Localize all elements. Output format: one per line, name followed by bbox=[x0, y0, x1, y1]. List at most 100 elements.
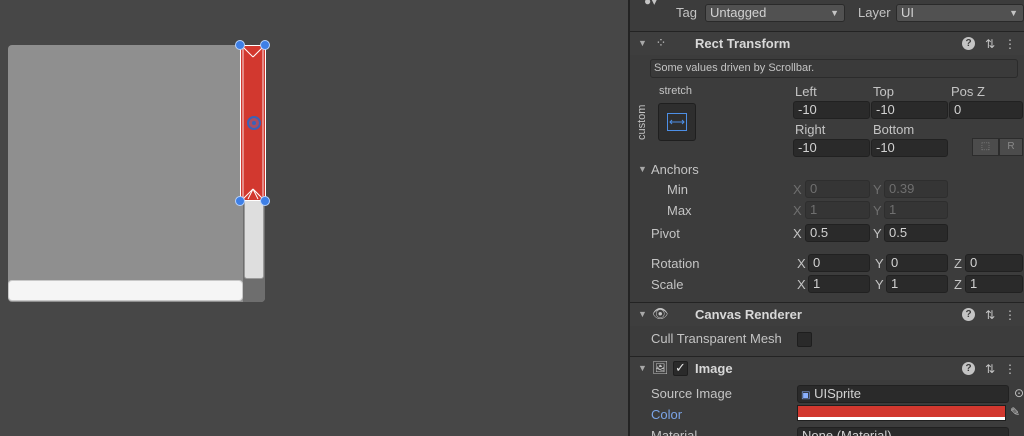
rot-y-axis: Y bbox=[875, 256, 884, 271]
left-field[interactable]: -10 bbox=[793, 101, 870, 119]
rotation-z-field[interactable]: 0 bbox=[965, 254, 1023, 272]
presets-icon[interactable]: ⇅ bbox=[982, 361, 998, 377]
rect-transform-header[interactable]: ▼ ⁘ Rect Transform ? ⇅ ⋮ bbox=[630, 31, 1024, 55]
scene-view[interactable] bbox=[0, 0, 628, 436]
pivot-x-field[interactable]: 0.5 bbox=[805, 224, 870, 242]
tag-dropdown[interactable]: Untagged ▼ bbox=[705, 4, 845, 22]
max-x-axis: X bbox=[793, 203, 802, 218]
top-field[interactable]: -10 bbox=[871, 101, 948, 119]
scale-label: Scale bbox=[651, 277, 684, 292]
resize-handle-top-right[interactable] bbox=[260, 40, 270, 50]
driven-values-notice: Some values driven by Scrollbar. bbox=[650, 59, 1018, 78]
pivot-label: Pivot bbox=[651, 226, 680, 241]
right-field[interactable]: -10 bbox=[793, 139, 870, 157]
layer-dropdown[interactable]: UI ▼ bbox=[896, 4, 1024, 22]
resize-handle-bottom-left[interactable] bbox=[235, 196, 245, 206]
sprite-icon: ▣ bbox=[801, 390, 811, 401]
cull-transparent-mesh-checkbox[interactable] bbox=[797, 332, 812, 347]
anchors-foldout-icon[interactable]: ▼ bbox=[638, 164, 647, 174]
more-options-icon[interactable]: ⋮ bbox=[1002, 36, 1018, 52]
tag-label: Tag bbox=[676, 5, 697, 20]
tag-value: Untagged bbox=[710, 5, 767, 20]
scale-y-axis: Y bbox=[875, 277, 884, 292]
source-image-label: Source Image bbox=[651, 386, 732, 401]
resize-handle-bottom-right[interactable] bbox=[260, 196, 270, 206]
max-y-field: 1 bbox=[884, 201, 948, 219]
scale-y-field[interactable]: 1 bbox=[886, 275, 948, 293]
rot-z-axis: Z bbox=[954, 256, 962, 271]
color-field[interactable] bbox=[797, 405, 1006, 421]
foldout-arrow-icon[interactable]: ▼ bbox=[638, 38, 647, 48]
scale-z-field[interactable]: 1 bbox=[965, 275, 1023, 293]
canvas-renderer-header[interactable]: ▼ 👁 Canvas Renderer ? ⇅ ⋮ bbox=[630, 302, 1024, 326]
scale-x-axis: X bbox=[797, 277, 806, 292]
blueprint-mode-button[interactable]: ⬚ bbox=[972, 138, 999, 156]
top-label: Top bbox=[873, 84, 894, 99]
more-options-icon[interactable]: ⋮ bbox=[1002, 307, 1018, 323]
component-actions: ? ⇅ ⋮ bbox=[962, 361, 1020, 377]
source-image-field[interactable]: ▣ UISprite bbox=[797, 385, 1009, 403]
stretch-anchor-icon bbox=[667, 113, 687, 131]
help-icon[interactable]: ? bbox=[962, 362, 975, 375]
min-label: Min bbox=[667, 182, 688, 197]
rotation-label: Rotation bbox=[651, 256, 700, 271]
eyedropper-icon[interactable]: ✎ bbox=[1010, 405, 1020, 419]
canvas-renderer-title: Canvas Renderer bbox=[695, 307, 802, 322]
bottom-label: Bottom bbox=[873, 122, 915, 137]
component-actions: ? ⇅ ⋮ bbox=[962, 307, 1020, 323]
scale-x-field[interactable]: 1 bbox=[808, 275, 870, 293]
foldout-arrow-icon[interactable]: ▼ bbox=[638, 363, 647, 373]
pivot-y-field[interactable]: 0.5 bbox=[884, 224, 948, 242]
foldout-arrow-icon[interactable]: ▼ bbox=[638, 309, 647, 319]
chevron-down-icon: ▼ bbox=[1009, 8, 1018, 18]
min-y-field: 0.39 bbox=[884, 180, 948, 198]
bottom-field[interactable]: -10 bbox=[871, 139, 948, 157]
posz-field[interactable]: 0 bbox=[949, 101, 1023, 119]
left-label: Left bbox=[795, 84, 817, 99]
pivot-x-axis: X bbox=[793, 226, 802, 241]
image-component-icon: 🖼 bbox=[652, 360, 669, 375]
layer-value: UI bbox=[901, 5, 914, 20]
resize-handle-top-left[interactable] bbox=[235, 40, 245, 50]
right-label: Right bbox=[795, 122, 826, 137]
source-image-value: UISprite bbox=[814, 386, 862, 401]
image-enabled-checkbox[interactable] bbox=[673, 360, 688, 376]
min-y-axis: Y bbox=[873, 182, 882, 197]
help-icon[interactable]: ? bbox=[962, 308, 975, 321]
presets-icon[interactable]: ⇅ bbox=[982, 36, 998, 52]
rotation-x-field[interactable]: 0 bbox=[808, 254, 870, 272]
component-actions: ? ⇅ ⋮ bbox=[962, 36, 1020, 52]
eye-icon: 👁 bbox=[652, 306, 669, 321]
image-title: Image bbox=[695, 361, 733, 376]
max-label: Max bbox=[667, 203, 692, 218]
pivot-handle[interactable] bbox=[247, 116, 261, 130]
material-field[interactable]: None (Material) bbox=[797, 427, 1009, 436]
posz-label: Pos Z bbox=[951, 84, 985, 99]
image-header[interactable]: ▼ 🖼 Image ? ⇅ ⋮ bbox=[630, 356, 1024, 380]
cull-transparent-mesh-label: Cull Transparent Mesh bbox=[651, 331, 782, 346]
material-label: Material bbox=[651, 428, 698, 436]
anchors-label: Anchors bbox=[651, 162, 699, 177]
more-options-icon[interactable]: ⋮ bbox=[1002, 361, 1018, 377]
chevron-down-icon: ▼ bbox=[830, 8, 839, 18]
presets-icon[interactable]: ⇅ bbox=[982, 307, 998, 323]
scroll-view-panel[interactable] bbox=[8, 45, 265, 302]
max-y-axis: Y bbox=[873, 203, 882, 218]
object-icon[interactable]: ●▾ bbox=[644, 0, 657, 8]
rotation-y-field[interactable]: 0 bbox=[886, 254, 948, 272]
anchor-presets-button[interactable] bbox=[658, 103, 696, 141]
scale-z-axis: Z bbox=[954, 277, 962, 292]
help-icon[interactable]: ? bbox=[962, 37, 975, 50]
vertical-scrollbar-handle[interactable] bbox=[244, 195, 264, 279]
horizontal-scrollbar[interactable] bbox=[8, 280, 243, 301]
rot-x-axis: X bbox=[797, 256, 806, 271]
inspector-panel: ●▾ Tag Untagged ▼ Layer UI ▼ ▼ ⁘ Rect Tran… bbox=[628, 0, 1024, 436]
anchor-preset-side-label: custom bbox=[636, 104, 648, 140]
rect-transform-title: Rect Transform bbox=[695, 36, 791, 51]
pivot-y-axis: Y bbox=[873, 226, 882, 241]
rect-transform-icon: ⁘ bbox=[655, 35, 667, 50]
anchor-preset-label: stretch bbox=[659, 85, 693, 97]
object-picker-icon[interactable]: ⊙ bbox=[1014, 386, 1024, 400]
raw-edit-button[interactable]: R bbox=[999, 138, 1023, 156]
color-label: Color bbox=[651, 407, 683, 422]
